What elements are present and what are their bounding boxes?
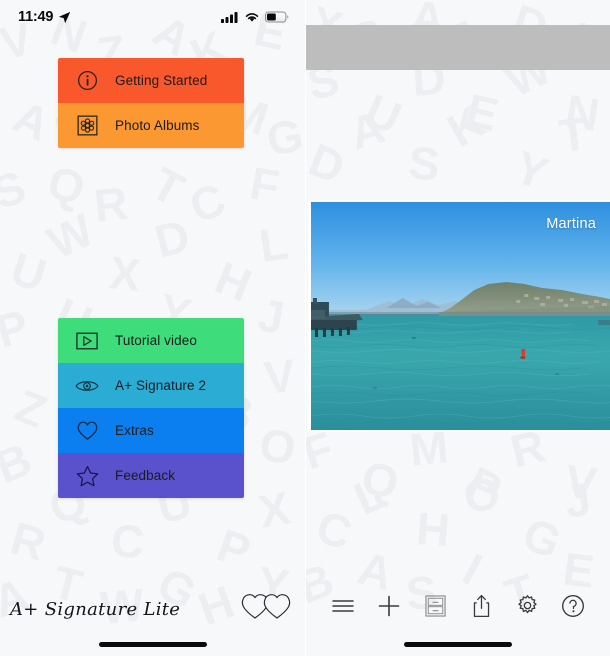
svg-text:H: H	[415, 502, 452, 556]
add-button[interactable]	[372, 591, 406, 625]
question-circle-icon	[561, 594, 585, 623]
status-time: 11:49	[18, 9, 54, 25]
menu-item-extras[interactable]: Extras	[58, 408, 244, 453]
menu-item-label: Feedback	[115, 468, 176, 483]
play-video-icon	[74, 328, 100, 354]
svg-text:O: O	[257, 418, 299, 474]
menu-item-getting-started[interactable]: Getting Started	[58, 58, 244, 103]
cellular-signal-icon	[221, 12, 238, 23]
svg-text:S: S	[407, 136, 442, 190]
left-pane: V N Z A K E A B P O M G S Q R T C	[0, 0, 305, 656]
menu-item-a-plus-signature-2[interactable]: A+ Signature 2	[58, 363, 244, 408]
menu-item-feedback[interactable]: Feedback	[58, 453, 244, 498]
info-circle-icon	[74, 68, 100, 94]
wifi-icon	[245, 13, 259, 22]
gear-icon	[516, 594, 539, 622]
menu-item-label: Extras	[115, 423, 154, 438]
photo-image: Martina	[311, 202, 610, 430]
share-icon	[472, 594, 491, 623]
menu-item-label: Getting Started	[115, 73, 208, 88]
svg-text:V: V	[262, 349, 298, 404]
status-bar: 11:49	[0, 0, 305, 34]
heart-icon	[74, 418, 100, 444]
menu-item-label: Photo Albums	[115, 118, 200, 133]
ad-banner-placeholder[interactable]	[306, 25, 610, 70]
svg-text:R: R	[92, 177, 130, 232]
menu-button[interactable]	[326, 591, 360, 625]
right-pane: X B A Z D N S U D E W N D A S K Y	[305, 0, 610, 656]
settings-button[interactable]	[510, 591, 544, 625]
file-cabinet-icon	[424, 594, 446, 622]
plus-icon	[377, 594, 401, 623]
svg-text:C: C	[109, 514, 146, 568]
double-heart-logo-icon[interactable]	[239, 591, 293, 626]
menu-item-tutorial-video[interactable]: Tutorial video	[58, 318, 244, 363]
albums-button[interactable]	[418, 591, 452, 625]
menu-card-bottom: Tutorial video A+ Signature 2 Extras Fee…	[58, 318, 244, 498]
star-icon	[74, 463, 100, 489]
eye-icon	[74, 373, 100, 399]
home-indicator-right[interactable]	[404, 642, 512, 647]
app-screenshot: V N Z A K E A B P O M G S Q R T C	[0, 0, 610, 656]
location-arrow-icon	[59, 11, 71, 23]
menu-item-label: A+ Signature 2	[115, 378, 207, 393]
menu-item-photo-albums[interactable]: Photo Albums	[58, 103, 244, 148]
menu-item-label: Tutorial video	[115, 333, 197, 348]
status-bar-right	[221, 11, 289, 23]
share-button[interactable]	[464, 591, 498, 625]
svg-text:X: X	[107, 246, 143, 301]
bottom-toolbar	[306, 586, 610, 630]
photo-watermark-text: Martina	[546, 216, 596, 232]
help-button[interactable]	[556, 591, 590, 625]
photo-albums-flower-icon	[74, 113, 100, 139]
photo-canvas[interactable]: Martina	[308, 200, 610, 432]
battery-icon	[265, 11, 289, 23]
hamburger-menu-icon	[331, 597, 355, 620]
home-indicator-left[interactable]	[98, 642, 207, 647]
app-brand-title: A+ Signature Lite	[10, 599, 181, 620]
status-bar-left: 11:49	[18, 9, 71, 25]
menu-card-top: Getting Started Photo Albums	[58, 58, 244, 148]
